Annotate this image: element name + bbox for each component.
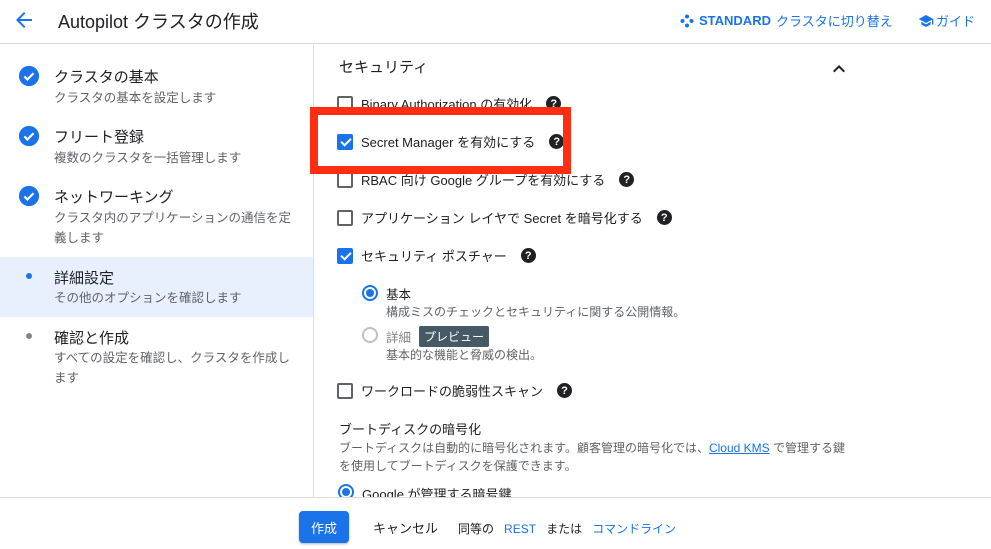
app-layer-secret-encryption-checkbox[interactable] [337, 209, 353, 226]
posture-basic-label: 基本 [386, 288, 412, 302]
step-title: ネットワーキング [54, 189, 174, 206]
step-networking[interactable]: ネットワーキング クラスタ内のアプリケーションの通信を定義します [0, 165, 313, 257]
standard-cluster-icon [680, 14, 694, 27]
school-icon [918, 14, 934, 27]
workload-vulnerability-scanning-checkbox[interactable] [337, 382, 353, 399]
boot-disk-encryption-heading: ブートディスクの暗号化 [339, 422, 482, 437]
pending-step-dot-icon [26, 333, 32, 339]
check-circle-icon [18, 185, 40, 207]
google-managed-key-label: Google が管理する暗号鍵 [362, 487, 512, 497]
option-label: ワークロードの脆弱性スキャン [361, 384, 544, 399]
step-title: 詳細設定 [54, 270, 115, 287]
posture-advanced-radio[interactable] [362, 327, 378, 343]
guide-link[interactable]: ガイド [918, 11, 975, 30]
step-title: フリート登録 [54, 129, 145, 146]
standard-label: STANDARD [699, 13, 771, 28]
step-description: その他のオプションを確認します [54, 291, 242, 305]
option-label: アプリケーション レイヤで Secret を暗号化する [361, 211, 643, 226]
guide-label: ガイド [936, 14, 976, 29]
posture-basic-radio[interactable] [362, 285, 378, 301]
help-icon[interactable]: ? [557, 383, 573, 398]
step-fleet-registration[interactable]: フリート登録 複数のクラスタを一括管理します [0, 105, 313, 165]
step-description: すべての設定を確認し、クラスタを作成します [54, 351, 290, 385]
check-circle-icon [18, 65, 40, 87]
option-label: セキュリティ ポスチャー [361, 249, 507, 264]
help-icon[interactable]: ? [656, 210, 672, 225]
cloud-kms-link[interactable]: Cloud KMS [709, 441, 770, 455]
option-security-posture: セキュリティ ポスチャー ? [337, 246, 536, 265]
equivalent-text: 同等の REST または コマンドライン [458, 520, 676, 537]
page-title: Autopilot クラスタの作成 [58, 12, 259, 32]
setup-stepper: クラスタの基本 クラスタの基本を設定します フリート登録 複数のクラスタを一括管… [0, 45, 314, 497]
description-text: ブートディスクは自動的に暗号化されます。顧客管理の暗号化では、 [339, 441, 709, 455]
posture-basic-description: 構成ミスのチェックとセキュリティに関する公開情報。 [386, 305, 686, 319]
action-footer: 作成 キャンセル 同等の REST または コマンドライン [0, 497, 991, 549]
switch-label: クラスタに切り替え [775, 14, 893, 29]
app-header: Autopilot クラスタの作成 STANDARD クラスタに切り替え ガイド [0, 0, 991, 44]
security-section-title: セキュリティ [339, 59, 429, 76]
chevron-up-icon[interactable] [827, 57, 851, 81]
help-icon[interactable]: ? [520, 248, 536, 263]
equivalent-label: 同等の [458, 522, 495, 536]
create-button[interactable]: 作成 [299, 511, 349, 543]
step-title: 確認と作成 [54, 330, 130, 347]
command-line-link[interactable]: コマンドライン [592, 522, 676, 536]
rest-link[interactable]: REST [504, 522, 536, 536]
highlight-box [310, 107, 571, 174]
step-cluster-basics[interactable]: クラスタの基本 クラスタの基本を設定します [0, 45, 313, 105]
or-label: または [546, 522, 583, 536]
cancel-button[interactable]: キャンセル [373, 518, 438, 537]
step-advanced-settings[interactable]: 詳細設定 その他のオプションを確認します [0, 257, 313, 317]
current-step-dot-icon [26, 273, 32, 279]
posture-advanced-description: 基本的な機能と脅威の検出。 [386, 348, 543, 362]
boot-disk-encryption-description: ブートディスクは自動的に暗号化されます。顧客管理の暗号化では、Cloud KMS… [339, 439, 849, 475]
posture-advanced-label: 詳細 [386, 331, 412, 345]
back-arrow-icon[interactable] [12, 8, 36, 32]
check-circle-icon [18, 125, 40, 147]
step-description: クラスタ内のアプリケーションの通信を定義します [54, 211, 292, 245]
switch-to-standard-link[interactable]: STANDARD クラスタに切り替え [680, 11, 893, 30]
step-title: クラスタの基本 [54, 69, 159, 86]
security-posture-checkbox[interactable] [337, 247, 353, 264]
option-app-layer-secret-encryption: アプリケーション レイヤで Secret を暗号化する ? [337, 208, 672, 227]
option-workload-vulnerability-scanning: ワークロードの脆弱性スキャン ? [337, 381, 573, 400]
preview-badge: プレビュー [419, 326, 490, 347]
google-managed-key-radio[interactable] [338, 484, 354, 497]
help-icon[interactable]: ? [619, 172, 635, 187]
step-review-create[interactable]: 確認と作成 すべての設定を確認し、クラスタを作成します [0, 317, 313, 397]
